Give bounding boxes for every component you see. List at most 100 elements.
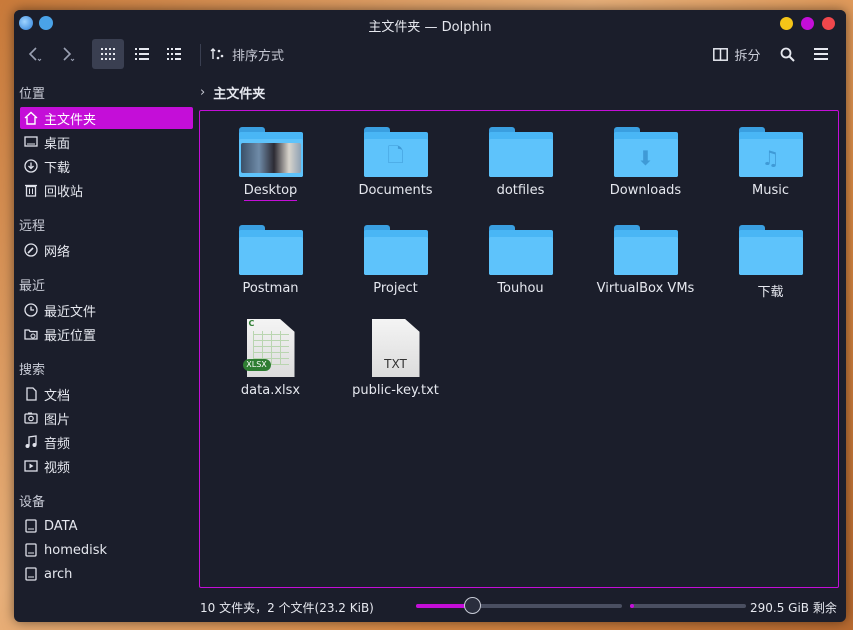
document-icon	[24, 387, 38, 401]
split-view-button[interactable]: 拆分	[706, 39, 768, 69]
hamburger-menu-button[interactable]	[808, 39, 834, 69]
grid-icon	[101, 48, 115, 60]
file-item-dotfiles[interactable]: dotfiles	[458, 127, 583, 198]
sidebar-item-data-drive[interactable]: DATA	[20, 515, 193, 537]
sidebar-item-desktop[interactable]: 桌面	[20, 131, 193, 153]
home-icon	[24, 111, 38, 125]
sidebar-item-recent-files[interactable]: 最近文件	[20, 299, 193, 321]
file-name: Touhou	[497, 281, 544, 296]
list-icon	[135, 48, 149, 60]
file-name: Desktop	[243, 183, 298, 201]
file-item-downloads[interactable]: ⬇ Downloads	[583, 127, 708, 198]
breadcrumb: › 主文件夹	[200, 82, 265, 102]
file-name: VirtualBox VMs	[596, 281, 695, 296]
folder-icon	[738, 225, 803, 275]
details-list-icon	[167, 48, 181, 60]
file-name: Downloads	[609, 183, 682, 198]
recent-locations-icon	[24, 327, 38, 341]
compact-view-button[interactable]	[128, 39, 156, 69]
search-icon	[780, 47, 795, 62]
disk-usage-bar	[630, 604, 746, 608]
documents-folder-icon: 🗋	[363, 127, 428, 177]
file-item-data-xlsx[interactable]: C XLSX data.xlsx	[208, 319, 333, 398]
sidebar-item-label: 回收站	[44, 184, 84, 200]
folder-icon	[613, 225, 678, 275]
folder-icon	[238, 225, 303, 275]
sidebar-item-homedisk[interactable]: homedisk	[20, 539, 193, 561]
desktop-folder-icon	[238, 127, 303, 177]
file-item-touhou[interactable]: Touhou	[458, 225, 583, 296]
status-bar: 10 文件夹，2 个文件(23.2 KiB) 290.5 GiB 剩余	[200, 594, 840, 618]
video-icon	[24, 459, 38, 473]
sidebar-item-label: 文档	[44, 388, 71, 404]
free-space-text: 290.5 GiB 剩余	[750, 601, 837, 615]
details-view-button[interactable]	[160, 39, 188, 69]
chevron-right-icon[interactable]: ›	[200, 85, 205, 100]
sidebar-item-label: DATA	[44, 518, 78, 534]
file-item-xiazai[interactable]: 下载	[708, 225, 833, 300]
split-label: 拆分	[734, 48, 761, 64]
close-button[interactable]	[822, 17, 835, 30]
disk-usage-fill	[630, 604, 634, 608]
sidebar-item-images[interactable]: 图片	[20, 407, 193, 429]
sidebar-item-label: 最近位置	[44, 328, 97, 344]
sidebar-item-label: arch	[44, 566, 73, 582]
sidebar-item-downloads[interactable]: 下载	[20, 155, 193, 177]
sidebar-item-label: 下载	[44, 160, 71, 176]
sidebar-header-places: 位置	[19, 87, 46, 102]
minimize-button[interactable]	[780, 17, 793, 30]
file-name: public-key.txt	[352, 383, 439, 398]
sidebar-item-label: 最近文件	[44, 304, 97, 320]
sidebar-item-audio[interactable]: 音频	[20, 431, 193, 453]
zoom-slider[interactable]	[416, 597, 622, 614]
sidebar-header-search: 搜索	[19, 363, 46, 378]
file-name: Documents	[358, 183, 433, 198]
file-view[interactable]: Desktop 🗋 Documents dotfiles ⬇ Downloads…	[199, 110, 839, 588]
status-summary: 10 文件夹，2 个文件(23.2 KiB)	[200, 601, 374, 615]
downloads-folder-icon: ⬇	[613, 127, 678, 177]
sidebar-item-documents[interactable]: 文档	[20, 383, 193, 405]
maximize-button[interactable]	[801, 17, 814, 30]
forward-button[interactable]	[52, 39, 82, 69]
sidebar-item-label: 视频	[44, 460, 71, 476]
sidebar-item-network[interactable]: 网络	[20, 239, 193, 261]
music-folder-icon: ♫	[738, 127, 803, 177]
sidebar-item-arch[interactable]: arch	[20, 563, 193, 585]
file-item-project[interactable]: Project	[333, 225, 458, 296]
folder-icon	[488, 225, 553, 275]
sidebar-item-label: homedisk	[44, 542, 108, 558]
hamburger-icon	[814, 48, 828, 60]
back-button[interactable]	[19, 39, 49, 69]
sort-by-button[interactable]: 排序方式	[210, 39, 294, 69]
spreadsheet-icon: C XLSX	[242, 319, 295, 377]
sidebar-header-remote: 远程	[19, 219, 46, 234]
file-item-postman[interactable]: Postman	[208, 225, 333, 296]
toolbar: 排序方式 拆分	[14, 38, 846, 72]
icons-view-button[interactable]	[92, 39, 124, 69]
chevron-right-icon	[63, 47, 75, 62]
sidebar-item-video[interactable]: 视频	[20, 455, 193, 477]
drive-icon	[24, 519, 38, 533]
search-button[interactable]	[774, 39, 800, 69]
file-item-virtualbox-vms[interactable]: VirtualBox VMs	[583, 225, 708, 296]
sidebar-item-home[interactable]: 主文件夹	[20, 107, 193, 129]
breadcrumb-home[interactable]: 主文件夹	[213, 83, 265, 102]
sidebar-header-recent: 最近	[19, 279, 46, 294]
file-item-music[interactable]: ♫ Music	[708, 127, 833, 198]
sidebar-item-recent-locations[interactable]: 最近位置	[20, 323, 193, 345]
file-name: dotfiles	[496, 183, 545, 198]
wallpaper-thumbnail	[240, 143, 301, 173]
file-item-public-key[interactable]: TXT public-key.txt	[333, 319, 458, 398]
desktop-icon	[24, 135, 38, 149]
sidebar-item-trash[interactable]: 回收站	[20, 179, 193, 201]
sidebar-item-label: 网络	[44, 244, 71, 260]
sort-icon	[210, 48, 224, 60]
file-name: Music	[752, 183, 789, 198]
sort-by-label: 排序方式	[232, 48, 285, 64]
network-icon	[24, 243, 38, 257]
audio-icon	[24, 435, 38, 449]
split-icon	[713, 47, 729, 61]
zoom-slider-handle[interactable]	[463, 597, 481, 614]
file-item-documents[interactable]: 🗋 Documents	[333, 127, 458, 198]
file-item-desktop[interactable]: Desktop	[208, 127, 333, 201]
